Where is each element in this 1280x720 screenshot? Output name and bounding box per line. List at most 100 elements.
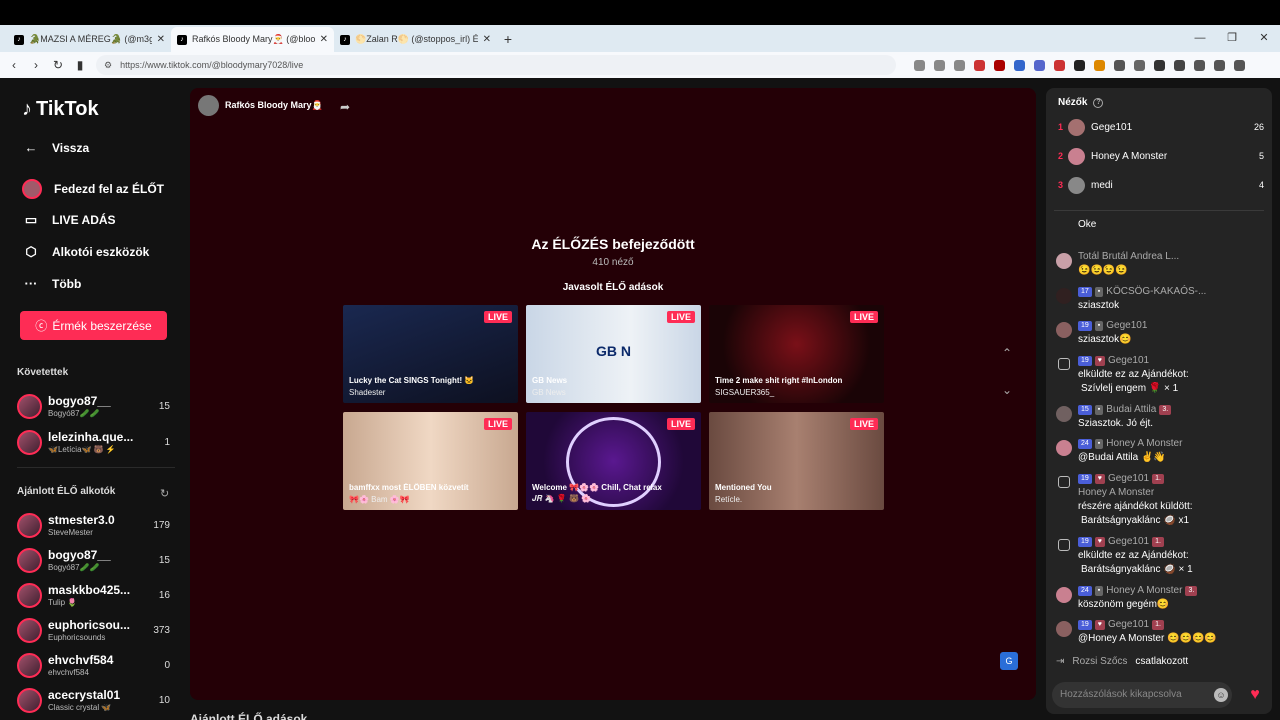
avatar[interactable] [1056, 621, 1072, 637]
message-user[interactable]: Budai Attila [1106, 404, 1156, 415]
sidebar-icon[interactable] [1154, 59, 1165, 71]
message-user[interactable]: Honey A Monster [1106, 438, 1182, 449]
chevron-down-icon[interactable]: ⌄ [1002, 383, 1012, 397]
share-icon[interactable] [954, 59, 965, 71]
browser-tab-1[interactable]: ♪ 🐊MAZSI A MÉREG🐊 (@m3gansz3 ✕ [8, 27, 171, 52]
nav-explore-live[interactable]: Fedezd fel az ÉLŐT [22, 179, 164, 199]
browser-tab-3[interactable]: ♪ 🌕Zalan R🌕 (@stoppos_irl) ÉLŐ adás ✕ [334, 27, 497, 52]
refresh-icon[interactable]: ↻ [160, 487, 169, 500]
nav-live-studio[interactable]: ▭ LIVE ADÁS [22, 212, 116, 228]
recommended-account[interactable]: maskkbo425... Tulip 🌷 16 [17, 581, 175, 611]
shield-icon[interactable] [1214, 59, 1225, 71]
comment-input[interactable]: Hozzászólások kikapcsolva [1052, 682, 1232, 708]
extension-icon[interactable] [1034, 59, 1045, 71]
translate-icon[interactable]: G [1000, 652, 1018, 670]
gift-recipient[interactable]: Honey A Monster [1078, 486, 1154, 499]
reload-icon[interactable]: ↻ [52, 58, 64, 72]
live-card[interactable]: LIVE Mentioned You Retícle. [709, 412, 884, 510]
new-tab-button[interactable]: + [497, 27, 519, 52]
nav-creator-tools[interactable]: ⬡ Alkotói eszközök [22, 244, 149, 260]
get-coins-button[interactable]: ⓒ Érmék beszerzése [20, 311, 167, 340]
top-viewer[interactable]: 1 Gege101 26 [1058, 118, 1264, 138]
url-field[interactable]: ⚙ https://www.tiktok.com/@bloodymary7028… [96, 55, 896, 75]
screen-top-bar [0, 0, 1280, 25]
recommended-account[interactable]: stmester3.0 SteveMester 179 [17, 511, 175, 541]
message-user[interactable]: Gege101 [1108, 536, 1149, 547]
extension-icon[interactable] [1074, 59, 1085, 71]
message-user[interactable]: KÖCSÖG-KAKAÓS-... [1106, 286, 1206, 297]
tab-close-icon[interactable]: ✕ [320, 34, 328, 45]
live-card[interactable]: LIVE Lucky the Cat SINGS Tonight! 🐱 Shad… [343, 305, 518, 403]
top-viewer[interactable]: 2 Honey A Monster 5 [1058, 147, 1264, 167]
help-icon[interactable]: ? [1093, 97, 1104, 108]
recommended-heading: Ajánlott ÉLŐ alkotók [17, 486, 116, 497]
message-user[interactable]: Gege101 [1108, 619, 1149, 630]
account-subtitle: Tulip 🌷 [48, 598, 78, 607]
extension-icon[interactable] [974, 59, 985, 71]
viewer-rank: 2 [1058, 151, 1064, 161]
zoom-icon[interactable] [934, 59, 945, 71]
top-viewer[interactable]: 3 medi 4 [1058, 176, 1264, 196]
message-user[interactable]: Totál Brutál Andrea L... [1078, 251, 1179, 262]
card-user: Retícle. [715, 495, 743, 504]
extension-icon[interactable] [994, 59, 1005, 71]
extension-icon[interactable] [914, 59, 925, 71]
share-icon[interactable]: ➦ [340, 100, 350, 114]
live-card[interactable]: LIVE Time 2 make shit right #InLondon SI… [709, 305, 884, 403]
recommended-account[interactable]: euphoricsou... Euphoricsounds 373 [17, 616, 175, 646]
viewer-score: 26 [1253, 122, 1264, 132]
message-user[interactable]: Honey A Monster [1106, 585, 1182, 596]
live-card[interactable]: LIVE Welcome 🎀🌸🌸 Chill, Chat relax 𝑱𝑹 🦄 … [526, 412, 701, 510]
avatar[interactable] [1056, 587, 1072, 603]
rank-badge: 3. [1159, 404, 1172, 415]
account-name: bogyo87__ [48, 548, 111, 562]
back-icon[interactable]: ‹ [8, 58, 20, 72]
joined-user[interactable]: Rozsi Szőcs [1072, 656, 1127, 667]
message-user[interactable]: Gege101 [1106, 320, 1147, 331]
avatar[interactable] [1056, 288, 1072, 304]
following-account[interactable]: bogyo87__ Bogyó87🥒🥒 15 [17, 392, 175, 422]
nav-more[interactable]: ··· Több [22, 276, 82, 291]
menu-icon[interactable] [1234, 59, 1245, 71]
tiktok-page: ♪ TikTok ← Vissza Fedezd fel az ÉLŐT ▭ L… [0, 78, 1280, 720]
back-link[interactable]: ← Vissza [22, 140, 90, 155]
gift-icon [1058, 539, 1070, 551]
extension-icon[interactable] [1014, 59, 1025, 71]
restore-icon[interactable]: ❐ [1216, 25, 1248, 52]
following-account[interactable]: lelezinha.que... 🦋Letícia🦋 🐻 ⚡ 1 [17, 428, 175, 458]
tab-close-icon[interactable]: ✕ [157, 34, 165, 45]
browser-tab-2[interactable]: ♪ Rafkós Bloody Mary🎅 (@bloodymary7028) … [171, 27, 334, 52]
extension-icon[interactable] [1054, 59, 1065, 71]
bookmark-icon[interactable]: ▮ [74, 58, 86, 72]
wallet-icon[interactable] [1174, 59, 1185, 71]
avatar[interactable] [1056, 440, 1072, 456]
recommended-account[interactable]: acecrystal01 Classic crystal 🦋 10 [17, 686, 175, 716]
message-text: sziasztok😊 [1078, 334, 1132, 345]
recommended-account[interactable]: ehvchvf584 ehvchvf584 0 [17, 651, 175, 681]
extension-icon[interactable] [1094, 59, 1105, 71]
like-heart-icon[interactable]: ♥ [1244, 684, 1266, 706]
chevron-up-icon[interactable]: ⌃ [1002, 346, 1012, 360]
minimize-icon[interactable]: — [1184, 25, 1216, 52]
avatar[interactable] [1056, 322, 1072, 338]
avatar[interactable] [1056, 253, 1072, 269]
fan-badge: ▪ [1094, 320, 1104, 331]
extension-icon[interactable] [1134, 59, 1145, 71]
forward-icon[interactable]: › [30, 58, 42, 72]
tiktok-logo[interactable]: ♪ TikTok [22, 98, 99, 121]
collections-icon[interactable] [1194, 59, 1205, 71]
live-card[interactable]: LIVE GB N GB News GB News [526, 305, 701, 403]
avatar[interactable] [1056, 406, 1072, 422]
viewer-score: 4 [1258, 180, 1264, 190]
extension-icon[interactable] [1114, 59, 1125, 71]
message-user[interactable]: Gege101 [1108, 355, 1149, 366]
emoji-icon[interactable]: ☺ [1214, 688, 1228, 702]
recommended-account[interactable]: bogyo87__ Bogyó87🥒🥒 15 [17, 546, 175, 576]
host-bar[interactable]: Rafkós Bloody Mary🎅 [198, 95, 323, 116]
live-card[interactable]: LIVE bamffxx most ÉLŐBEN közvetít 🎀🌸 Bam… [343, 412, 518, 510]
site-info-icon[interactable]: ⚙ [104, 60, 112, 71]
join-icon: ⇥ [1056, 656, 1065, 667]
close-window-icon[interactable]: ✕ [1248, 25, 1280, 52]
tab-close-icon[interactable]: ✕ [483, 34, 491, 45]
message-user[interactable]: Gege101 [1108, 473, 1149, 484]
